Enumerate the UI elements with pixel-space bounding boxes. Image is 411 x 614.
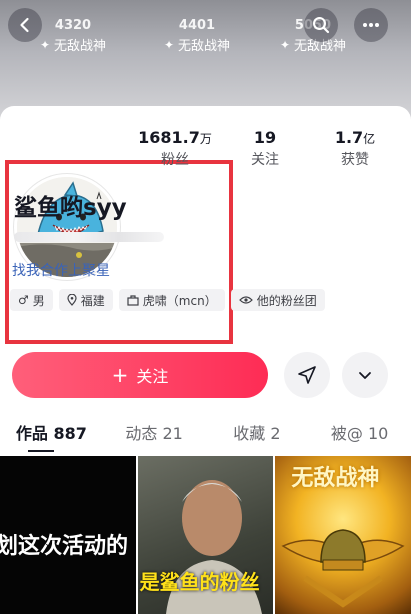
- video-caption: 无敌战神: [291, 466, 380, 491]
- wings-icon: ✦: [39, 37, 51, 52]
- stat-following[interactable]: 19 关注: [220, 128, 310, 169]
- stat-unit: 万: [199, 132, 212, 146]
- stat-value: 1.7: [334, 128, 364, 147]
- tag-label: 男: [32, 293, 45, 308]
- tab-mentions[interactable]: 被@ 10: [308, 420, 411, 452]
- fan-group-icon: [238, 296, 253, 304]
- search-icon: [313, 17, 330, 34]
- helmet-badge-icon: [281, 529, 405, 608]
- stat-likes[interactable]: 1.7亿 获赞: [310, 128, 400, 169]
- follow-label: 关注: [136, 367, 169, 386]
- tag-mcn[interactable]: 虎啸（mcn）: [118, 289, 225, 311]
- message-button[interactable]: [284, 352, 330, 398]
- banner-stat-label: 无敌战神: [178, 39, 231, 54]
- tag-gender[interactable]: ♂ 男: [10, 289, 53, 311]
- stat-unit: 亿: [363, 132, 376, 146]
- wings-icon: ✦: [163, 37, 175, 52]
- banner-stat-label: 无敌战神: [54, 39, 107, 54]
- stat-label: 获赞: [341, 152, 369, 168]
- more-button[interactable]: [354, 8, 388, 42]
- video-caption: 划这次活动的: [0, 534, 129, 559]
- video-thumbnail[interactable]: 无敌战神: [275, 456, 411, 614]
- back-button[interactable]: [8, 8, 42, 42]
- banner-stat-value: 4401: [178, 18, 216, 33]
- mcn-icon: [127, 294, 139, 306]
- profile-tags: ♂ 男 福建 虎啸（mcn） 他的粉丝团: [10, 289, 325, 311]
- chevron-left-icon: [20, 17, 29, 33]
- search-button[interactable]: [304, 8, 338, 42]
- banner-stat-2: 4401 ✦ 无敌战神: [142, 18, 252, 54]
- stat-value: 1681.7: [138, 128, 200, 147]
- stat-value: 19: [253, 128, 277, 147]
- tab-works[interactable]: 作品 887: [0, 420, 103, 452]
- active-tab-indicator: [28, 450, 54, 452]
- blurred-signature: [14, 232, 164, 242]
- video-thumbnail[interactable]: 划这次活动的: [0, 456, 136, 614]
- male-icon: ♂: [18, 293, 29, 307]
- expand-button[interactable]: [342, 352, 388, 398]
- profile-name: 鲨鱼哟syy: [14, 195, 127, 221]
- wings-icon: ✦: [279, 37, 291, 52]
- chevron-down-icon: [359, 372, 371, 379]
- tag-label: 虎啸（mcn）: [142, 293, 217, 308]
- more-icon: [363, 23, 379, 27]
- video-caption: 是鲨鱼的粉丝: [139, 570, 260, 594]
- follow-button[interactable]: + 关注: [12, 352, 268, 398]
- send-icon: [298, 366, 316, 384]
- stat-label: 关注: [251, 152, 279, 168]
- content-tabs: 作品 887 动态 21 收藏 2 被@ 10: [0, 420, 411, 452]
- tab-activity[interactable]: 动态 21: [103, 420, 206, 452]
- tag-label: 福建: [80, 293, 105, 308]
- plus-icon: +: [111, 363, 129, 387]
- tag-label: 他的粉丝团: [256, 293, 317, 308]
- location-icon: [67, 294, 77, 306]
- tag-fan-group[interactable]: 他的粉丝团: [230, 289, 325, 311]
- tab-favorites[interactable]: 收藏 2: [206, 420, 309, 452]
- video-thumbnail[interactable]: 是鲨鱼的粉丝: [137, 456, 274, 614]
- stat-followers[interactable]: 1681.7万 粉丝: [130, 128, 220, 169]
- stat-label: 粉丝: [161, 152, 189, 168]
- video-grid: 划这次活动的 是鲨鱼的粉丝 无敌战神: [0, 456, 411, 614]
- cooperation-link[interactable]: 找我合作上聚星: [12, 260, 110, 280]
- profile-stats: 1681.7万 粉丝 19 关注 1.7亿 获赞: [130, 128, 400, 169]
- tag-location[interactable]: 福建: [58, 289, 113, 311]
